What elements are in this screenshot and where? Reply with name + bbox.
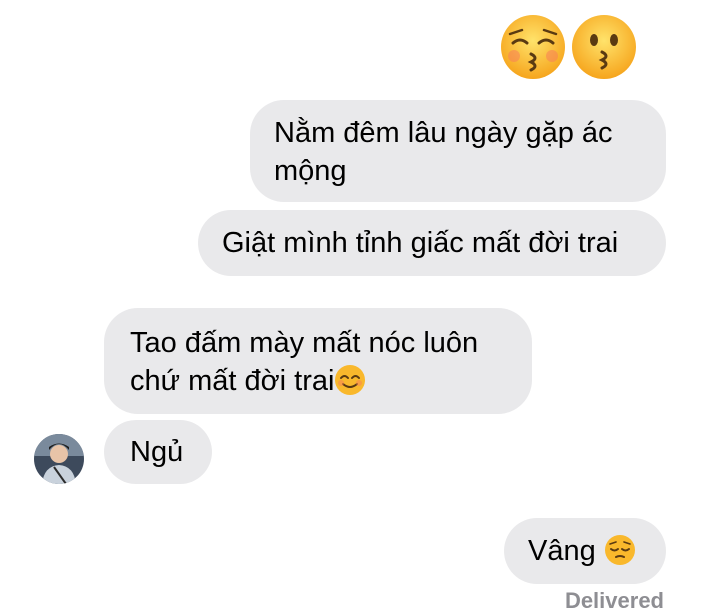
message-text: Ngủ: [130, 436, 184, 468]
message-text: Giật mình tỉnh giấc mất đời trai: [222, 227, 619, 259]
avatar-photo-icon: [34, 434, 84, 484]
message-text: chứ mất đời trai: [130, 365, 335, 397]
avatar[interactable]: [34, 434, 84, 484]
sent-message-bubble[interactable]: Nằm đêm lâu ngày gặp ác mộng: [250, 100, 666, 202]
received-message-bubble[interactable]: Tao đấm mày mất nóc luôn chứ mất đời tra…: [104, 308, 532, 414]
message-text: Nằm đêm lâu ngày gặp ác: [274, 117, 613, 149]
message-text: mộng: [274, 155, 347, 187]
message-text: Tao đấm mày mất nóc luôn: [130, 327, 479, 359]
delivery-status: Delivered: [564, 588, 664, 613]
kissing-face-with-closed-eyes-icon: [501, 15, 565, 79]
pensive-face-icon: [604, 535, 635, 565]
kissing-face-icon: [572, 15, 636, 79]
message-text: Vâng: [528, 535, 596, 567]
smiling-face-with-smiling-eyes-icon: [335, 365, 366, 395]
sent-message-bubble[interactable]: Vâng: [504, 518, 666, 584]
sent-message-bubble[interactable]: Giật mình tỉnh giấc mất đời trai: [198, 210, 666, 276]
received-message-bubble[interactable]: Ngủ: [104, 420, 212, 484]
